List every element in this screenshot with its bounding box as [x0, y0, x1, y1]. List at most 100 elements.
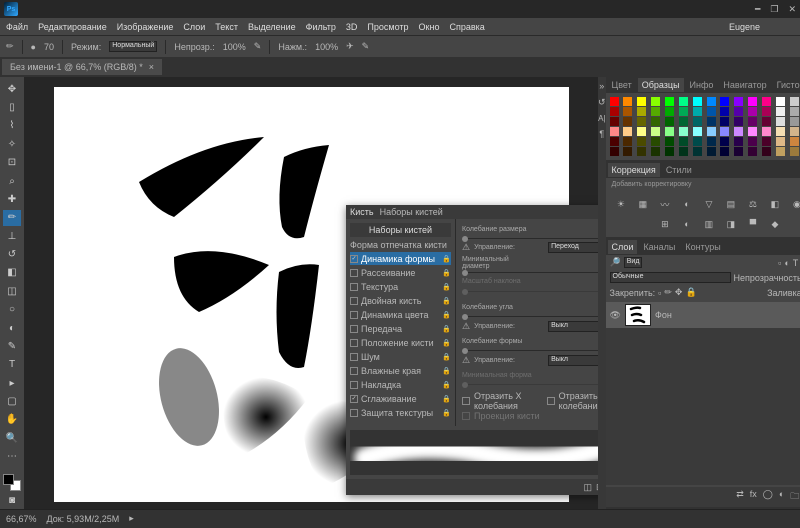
canvas-area[interactable]: Кисть Наборы кистей » ≡ Наборы кистей Фо…	[24, 77, 598, 509]
swatch[interactable]	[651, 97, 660, 106]
menu-layers[interactable]: Слои	[183, 22, 205, 32]
maximize-button[interactable]: ❐	[770, 4, 778, 15]
filter-pixel-icon[interactable]: ▫	[778, 258, 781, 268]
zoom-tool[interactable]: 🔍	[3, 430, 21, 446]
status-arrow-icon[interactable]: ▸	[129, 513, 134, 524]
layer-row-background[interactable]: 👁 Фон 🔒	[606, 302, 800, 328]
swatch[interactable]	[762, 137, 771, 146]
swatch[interactable]	[637, 97, 646, 106]
scattering-row[interactable]: Рассеивание🔒	[350, 266, 451, 279]
tab-histogram[interactable]: Гистограмма	[773, 78, 800, 92]
threshold-icon[interactable]: ◨	[723, 217, 739, 231]
paragraph-panel-icon[interactable]: ¶	[599, 129, 604, 139]
swatch[interactable]	[610, 117, 619, 126]
color-dynamics-row[interactable]: Динамика цвета🔒	[350, 308, 451, 321]
airbrush-icon[interactable]: ✈	[346, 41, 354, 52]
menu-edit[interactable]: Редактирование	[38, 22, 107, 32]
swatch[interactable]	[693, 147, 702, 156]
smoothing-checkbox[interactable]	[350, 395, 358, 403]
angle-control-select[interactable]: Выкл	[548, 321, 598, 332]
swatch[interactable]	[610, 147, 619, 156]
gradient-map-icon[interactable]: ▀	[745, 217, 761, 231]
zoom-value[interactable]: 66,67%	[6, 514, 37, 524]
swatches-grid[interactable]	[606, 93, 800, 160]
swatch[interactable]	[693, 107, 702, 116]
swatch[interactable]	[679, 147, 688, 156]
swatch[interactable]	[693, 97, 702, 106]
hand-tool[interactable]: ✋	[3, 412, 21, 428]
swatch[interactable]	[748, 107, 757, 116]
swatch[interactable]	[776, 147, 785, 156]
shape-tool[interactable]: ▢	[3, 393, 21, 409]
protect-texture-row[interactable]: Защита текстуры🔒	[350, 406, 451, 419]
angle-jitter-slider[interactable]	[462, 316, 598, 317]
buildup-checkbox[interactable]	[350, 381, 358, 389]
swatch[interactable]	[720, 147, 729, 156]
min-diameter-slider[interactable]	[462, 272, 598, 273]
swatch[interactable]	[734, 147, 743, 156]
menu-view[interactable]: Просмотр	[367, 22, 408, 32]
swatch[interactable]	[665, 137, 674, 146]
swatch[interactable]	[679, 127, 688, 136]
swatch[interactable]	[651, 127, 660, 136]
swatch[interactable]	[637, 117, 646, 126]
close-button[interactable]: ✕	[788, 4, 796, 15]
layer-filter-select[interactable]: Вид	[624, 257, 643, 268]
minimize-button[interactable]: ━	[755, 4, 760, 15]
swatch[interactable]	[707, 127, 716, 136]
layer-blend-select[interactable]: Обычные	[610, 272, 731, 283]
menu-select[interactable]: Выделение	[248, 22, 296, 32]
transfer-checkbox[interactable]	[350, 325, 358, 333]
lock-pixels-icon[interactable]: ✏	[664, 287, 672, 298]
menu-file[interactable]: Файл	[6, 22, 28, 32]
brush-preview-icon[interactable]: ●	[31, 42, 36, 52]
new-group-icon[interactable]: 🗀	[790, 489, 799, 505]
swatch[interactable]	[610, 137, 619, 146]
swatch[interactable]	[762, 107, 771, 116]
invert-icon[interactable]: ◐	[679, 217, 695, 231]
swatch[interactable]	[637, 137, 646, 146]
swatch[interactable]	[610, 97, 619, 106]
character-panel-icon[interactable]: A|	[598, 114, 605, 123]
wet-edges-checkbox[interactable]	[350, 367, 358, 375]
menu-3d[interactable]: 3D	[346, 22, 358, 32]
flow-value[interactable]: 100%	[315, 42, 338, 52]
new-fill-layer-icon[interactable]: ◐	[779, 489, 784, 505]
swatch[interactable]	[707, 97, 716, 106]
swatch[interactable]	[707, 137, 716, 146]
swatch[interactable]	[762, 127, 771, 136]
swatch[interactable]	[776, 117, 785, 126]
collapse-icon[interactable]: »	[599, 81, 604, 91]
swatch[interactable]	[707, 147, 716, 156]
color-dynamics-checkbox[interactable]	[350, 311, 358, 319]
tab-navigator[interactable]: Навигатор	[719, 78, 770, 92]
swatch[interactable]	[790, 117, 799, 126]
new-brush-icon[interactable]: ⊞	[596, 482, 598, 493]
toggle-preview-icon[interactable]: ◫	[584, 482, 593, 493]
dual-brush-row[interactable]: Двойная кисть🔒	[350, 294, 451, 307]
layer-fx-icon[interactable]: fx	[750, 489, 757, 505]
swatch[interactable]	[748, 137, 757, 146]
exposure-icon[interactable]: ◐	[679, 197, 695, 211]
texture-checkbox[interactable]	[350, 283, 358, 291]
swatch[interactable]	[720, 107, 729, 116]
swatch[interactable]	[623, 97, 632, 106]
swatch[interactable]	[776, 97, 785, 106]
brush-pose-row[interactable]: Положение кисти🔒	[350, 336, 451, 349]
swatch[interactable]	[623, 127, 632, 136]
levels-icon[interactable]: ▦	[635, 197, 651, 211]
eyedropper-tool[interactable]: ⌕	[3, 173, 21, 189]
swatch[interactable]	[734, 97, 743, 106]
menu-text[interactable]: Текст	[215, 22, 238, 32]
swatch[interactable]	[720, 117, 729, 126]
swatch[interactable]	[734, 117, 743, 126]
eraser-tool[interactable]: ◧	[3, 265, 21, 281]
posterize-icon[interactable]: ▥	[701, 217, 717, 231]
quickmask-toggle[interactable]: ◙	[3, 493, 21, 509]
swatch[interactable]	[720, 137, 729, 146]
swatch[interactable]	[623, 117, 632, 126]
swatch[interactable]	[720, 97, 729, 106]
scattering-checkbox[interactable]	[350, 269, 358, 277]
curves-icon[interactable]: 〰	[657, 197, 673, 211]
swatch[interactable]	[776, 127, 785, 136]
